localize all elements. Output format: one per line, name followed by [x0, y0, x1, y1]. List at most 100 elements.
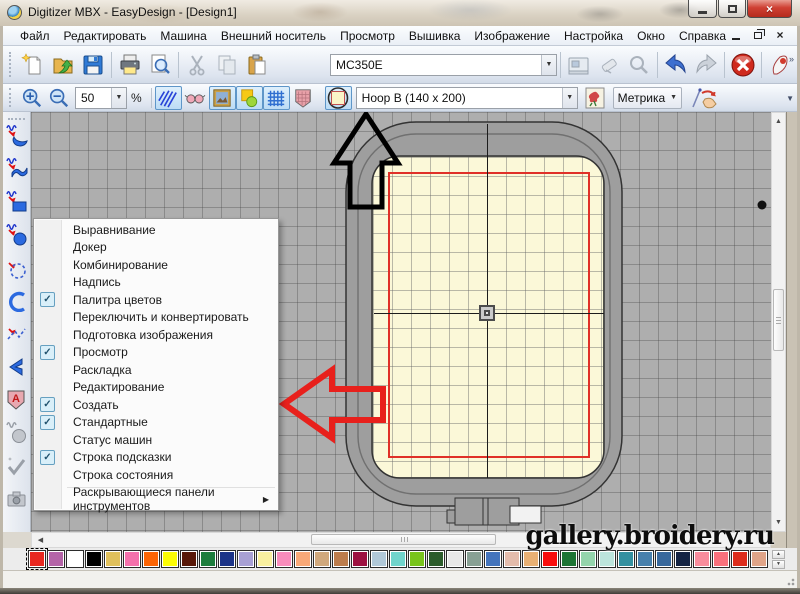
- hoop-combo[interactable]: Hoop B (140 x 200) ▼: [356, 87, 578, 109]
- tool-ellipse-button[interactable]: [5, 222, 29, 246]
- palette-swatch-3[interactable]: [85, 550, 103, 568]
- toolbar-grip[interactable]: [8, 118, 24, 120]
- tool-arc-button[interactable]: [5, 288, 29, 312]
- palette-scroll-down-button[interactable]: ▼: [772, 560, 785, 569]
- menu-machine[interactable]: Машина: [153, 27, 213, 45]
- new-document-button[interactable]: [18, 50, 48, 80]
- palette-swatch-25[interactable]: [503, 550, 521, 568]
- cut-button[interactable]: [182, 50, 212, 80]
- palette-swatch-15[interactable]: [313, 550, 331, 568]
- palette-swatch-9[interactable]: [199, 550, 217, 568]
- context-menu-item-6[interactable]: Подготовка изображения: [35, 326, 277, 344]
- overflow-down-icon[interactable]: ▼: [786, 94, 793, 103]
- menu-image[interactable]: Изображение: [467, 27, 557, 45]
- show-shapes-button[interactable]: [236, 86, 263, 110]
- palette-swatch-22[interactable]: [446, 550, 464, 568]
- tool-outline-shape-button[interactable]: [5, 255, 29, 279]
- palette-swatch-14[interactable]: [294, 550, 312, 568]
- machine-combo[interactable]: MC350E ▼: [330, 54, 557, 76]
- tool-photo-button[interactable]: [5, 486, 29, 510]
- tool-closed-shape-button[interactable]: [5, 123, 29, 147]
- tool-rectangle-button[interactable]: [5, 189, 29, 213]
- context-menu-item-1[interactable]: Докер: [35, 239, 277, 257]
- context-menu-item-9[interactable]: Редактирование: [35, 379, 277, 397]
- paste-button[interactable]: [242, 50, 272, 80]
- palette-swatch-26[interactable]: [522, 550, 540, 568]
- minimize-button[interactable]: [688, 0, 717, 18]
- palette-swatch-7[interactable]: [161, 550, 179, 568]
- show-hoop-button[interactable]: [325, 86, 352, 110]
- tool-stamp-button[interactable]: [5, 420, 29, 444]
- undo-button[interactable]: [661, 50, 691, 80]
- palette-swatch-35[interactable]: [693, 550, 711, 568]
- title-bar[interactable]: Digitizer MBX - EasyDesign - [Design1] ×: [0, 0, 800, 26]
- palette-swatch-18[interactable]: [370, 550, 388, 568]
- context-menu-item-2[interactable]: Комбинирование: [35, 256, 277, 274]
- hoop-template-button[interactable]: [582, 86, 609, 110]
- maximize-button[interactable]: [718, 0, 746, 18]
- context-menu-item-3[interactable]: Надпись: [35, 274, 277, 292]
- context-menu-item-7[interactable]: ✓Просмотр: [35, 344, 277, 362]
- palette-swatch-13[interactable]: [275, 550, 293, 568]
- menu-file[interactable]: Файл: [13, 27, 57, 45]
- tool-lettering-button[interactable]: A: [5, 387, 29, 411]
- palette-swatch-30[interactable]: [598, 550, 616, 568]
- palette-swatch-21[interactable]: [427, 550, 445, 568]
- zoom-in-button[interactable]: [18, 86, 45, 110]
- horizontal-scrollbar-thumb[interactable]: [311, 534, 496, 545]
- tool-chevron-shape-button[interactable]: [5, 354, 29, 378]
- context-menu-item-12[interactable]: Статус машин: [35, 431, 277, 449]
- menu-help[interactable]: Справка: [672, 27, 733, 45]
- palette-swatch-8[interactable]: [180, 550, 198, 568]
- menu-embroidery[interactable]: Вышивка: [402, 27, 468, 45]
- palette-swatch-29[interactable]: [579, 550, 597, 568]
- print-button[interactable]: [115, 50, 145, 80]
- menu-removable-media[interactable]: Внешний носитель: [214, 27, 333, 45]
- context-menu-item-4[interactable]: ✓Палитра цветов: [35, 291, 277, 309]
- context-menu-item-13[interactable]: ✓Строка подсказки: [35, 449, 277, 467]
- palette-swatch-1[interactable]: [47, 550, 65, 568]
- show-grid-button[interactable]: [263, 86, 290, 110]
- zoom-combo[interactable]: 50 ▼: [75, 87, 127, 109]
- palette-swatch-38[interactable]: [750, 550, 768, 568]
- show-fabric-button[interactable]: [290, 86, 317, 110]
- vertical-scrollbar-thumb[interactable]: [773, 289, 784, 351]
- show-stitches-button[interactable]: [155, 86, 182, 110]
- zoom-out-button[interactable]: [45, 86, 72, 110]
- write-to-machine-button[interactable]: [564, 50, 594, 80]
- tool-open-shape-button[interactable]: [5, 156, 29, 180]
- toolbar-grip[interactable]: [9, 88, 14, 107]
- context-menu-item-10[interactable]: ✓Создать: [35, 396, 277, 414]
- mdi-restore-button[interactable]: [751, 28, 765, 42]
- select-pointer-button[interactable]: [688, 86, 722, 110]
- palette-swatch-19[interactable]: [389, 550, 407, 568]
- redo-button[interactable]: [691, 50, 721, 80]
- palette-swatch-6[interactable]: [142, 550, 160, 568]
- dropdown-arrow-icon[interactable]: ▼: [541, 55, 556, 75]
- vertical-scrollbar[interactable]: ▲ ▼: [771, 112, 786, 532]
- palette-swatch-28[interactable]: [560, 550, 578, 568]
- context-menu-item-14[interactable]: Строка состояния: [35, 466, 277, 484]
- palette-swatch-2[interactable]: [66, 550, 84, 568]
- palette-swatch-23[interactable]: [465, 550, 483, 568]
- palette-swatch-37[interactable]: [731, 550, 749, 568]
- menu-edit[interactable]: Редактировать: [57, 27, 154, 45]
- context-menu-item-8[interactable]: Раскладка: [35, 361, 277, 379]
- mdi-close-button[interactable]: ×: [773, 28, 787, 42]
- palette-swatch-4[interactable]: [104, 550, 122, 568]
- close-button[interactable]: ×: [747, 0, 792, 18]
- resize-grip[interactable]: [785, 576, 795, 586]
- palette-swatch-16[interactable]: [332, 550, 350, 568]
- palette-swatch-0[interactable]: [28, 550, 46, 568]
- show-design-button[interactable]: [182, 86, 209, 110]
- palette-swatch-5[interactable]: [123, 550, 141, 568]
- palette-swatch-24[interactable]: [484, 550, 502, 568]
- stitch-eraser-button[interactable]: [594, 50, 624, 80]
- dropdown-arrow-icon[interactable]: ▼: [562, 88, 577, 108]
- menu-window[interactable]: Окно: [630, 27, 672, 45]
- palette-swatch-36[interactable]: [712, 550, 730, 568]
- palette-swatch-17[interactable]: [351, 550, 369, 568]
- save-design-button[interactable]: [78, 50, 108, 80]
- context-menu-item-5[interactable]: Переключить и конвертировать: [35, 309, 277, 327]
- menu-view[interactable]: Просмотр: [333, 27, 402, 45]
